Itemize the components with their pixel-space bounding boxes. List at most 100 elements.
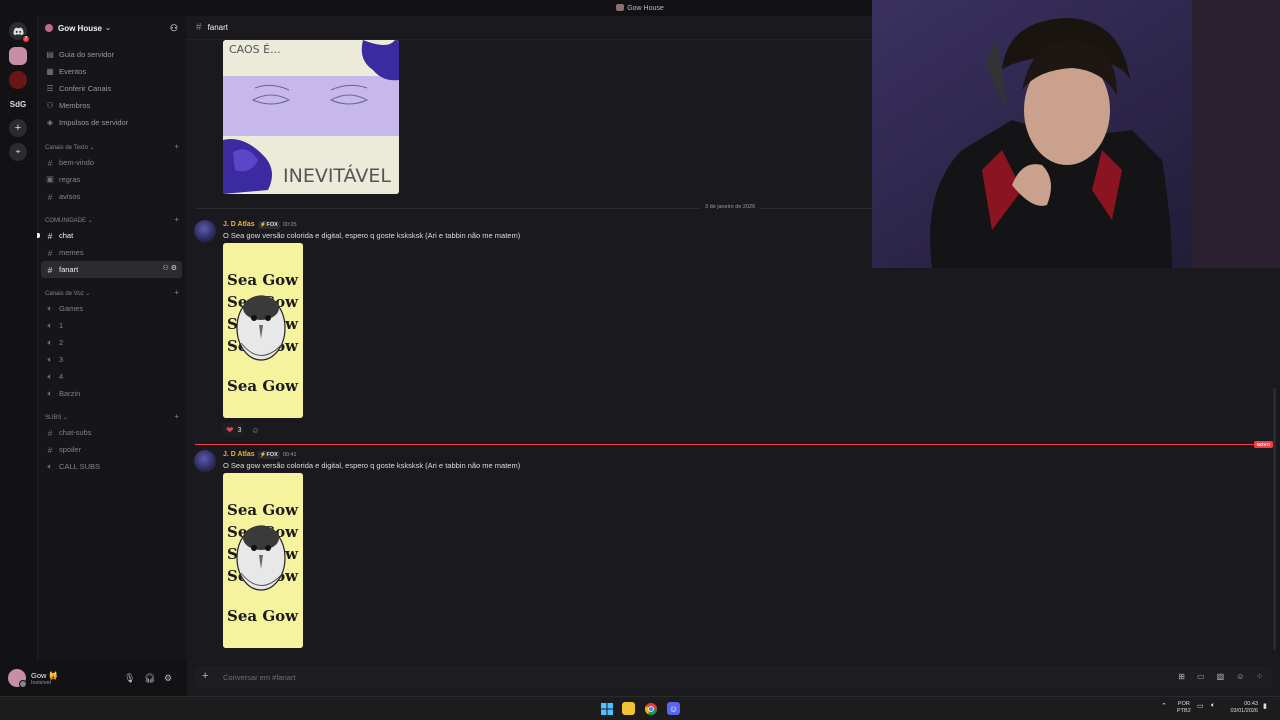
- discord-taskbar-icon[interactable]: ☺: [667, 702, 680, 715]
- lang-secondary: PTB2: [1177, 708, 1191, 714]
- plus-icon[interactable]: +: [202, 670, 208, 682]
- channel-label: 1: [59, 321, 64, 330]
- add-channel-icon[interactable]: +: [174, 142, 179, 151]
- message-timestamp: 00:41: [282, 452, 297, 458]
- server-header[interactable]: Gow House ⌄ ⚇: [38, 16, 187, 40]
- hashtag-icon: #: [47, 157, 53, 168]
- nav-server-guide[interactable]: ▤ Guia do servidor: [38, 46, 187, 63]
- channel-label: 2: [59, 338, 64, 347]
- channel-spoiler[interactable]: # spoiler: [41, 441, 182, 458]
- discover-button[interactable]: ⌖: [9, 143, 27, 161]
- category-text-channels[interactable]: Canais de Texto ⌄ +: [38, 137, 187, 154]
- message-timestamp: 00:25: [282, 222, 297, 228]
- scrollbar[interactable]: [1273, 388, 1276, 650]
- attachment-image-sea-gow[interactable]: Sea Gow Sea Gow Sea Gow Sea Gow Sea Gow: [223, 473, 303, 648]
- invite-icon[interactable]: ⚇: [170, 23, 178, 34]
- emoji-icon[interactable]: ☺: [1236, 672, 1244, 681]
- chrome-icon[interactable]: [644, 702, 657, 715]
- microphone-icon[interactable]: 🎙︎: [124, 673, 135, 684]
- guide-icon: ▤: [46, 50, 54, 59]
- server-sdg-label: SdG: [9, 99, 27, 109]
- file-explorer-icon[interactable]: [622, 702, 635, 715]
- channel-regras[interactable]: ▣ regras: [41, 171, 182, 188]
- server-rail: 7 SdG + ⌖: [0, 16, 37, 660]
- caos-bottom-text: INEVITÁVEL: [283, 164, 391, 187]
- speaker-icon: 🔈︎: [47, 371, 53, 381]
- voice-channel-1[interactable]: 🔈︎ 1: [41, 317, 182, 334]
- composer-placeholder[interactable]: Conversar em #fanart: [223, 673, 296, 682]
- apps-icon[interactable]: ⁘: [1256, 672, 1263, 681]
- guild-tag[interactable]: ⚡FOX: [257, 221, 280, 229]
- gif-icon[interactable]: ▭: [1197, 672, 1205, 681]
- message-composer[interactable]: + Conversar em #fanart ⊞ ▭ ▧ ☺ ⁘: [195, 666, 1272, 688]
- channel-label: CALL SUBS: [59, 462, 100, 471]
- voice-channel-4[interactable]: 🔈︎ 4: [41, 368, 182, 385]
- add-reaction-icon[interactable]: ☺: [248, 423, 262, 437]
- category-label: Canais de Voz: [45, 291, 84, 297]
- clock-date: 03/01/2026: [1230, 708, 1258, 714]
- channel-label: chat-subs: [59, 428, 92, 437]
- headphones-icon[interactable]: 🎧︎: [144, 673, 155, 684]
- speaker-icon: 🔈︎: [47, 337, 53, 347]
- channel-fanart[interactable]: # fanart ⚇⚙: [41, 261, 182, 278]
- voice-channel-games[interactable]: 🔈︎ Games: [41, 300, 182, 317]
- channel-label: 3: [59, 355, 64, 364]
- gear-icon[interactable]: ⚙: [171, 265, 179, 272]
- chevron-up-icon[interactable]: ⌃: [1161, 702, 1167, 710]
- nav-label: Impulsos de servidor: [59, 118, 129, 127]
- voice-channel-2[interactable]: 🔈︎ 2: [41, 334, 182, 351]
- message-author[interactable]: J. D Atlas: [223, 221, 255, 228]
- channel-sidebar: Gow House ⌄ ⚇ ▤ Guia do servidor ▦ Eventos…: [37, 16, 187, 660]
- category-subs[interactable]: SUBS ⌄ +: [38, 407, 187, 424]
- message-author[interactable]: J. D Atlas: [223, 451, 255, 458]
- guild-tag[interactable]: ⚡FOX: [257, 451, 280, 459]
- attachment-image-caos[interactable]: CAOS É... INEVITÁVEL: [223, 40, 399, 194]
- category-voice-channels[interactable]: Canais de Voz ⌄ +: [38, 283, 187, 300]
- nav-browse-channels[interactable]: ☰ Conferir Canais: [38, 80, 187, 97]
- category-community[interactable]: COMUNIDADE ⌄ +: [38, 210, 187, 227]
- voice-channel-call-subs[interactable]: 🔈︎ CALL SUBS: [41, 458, 182, 475]
- attachment-image-sea-gow[interactable]: Sea Gow Sea Gow Sea Gow Sea Gow Sea Gow: [223, 243, 303, 418]
- channel-chat-subs[interactable]: # chat-subs: [41, 424, 182, 441]
- chrome-logo-icon: [644, 702, 657, 715]
- avatar[interactable]: [8, 669, 27, 688]
- channel-avisos[interactable]: # avisos: [41, 188, 182, 205]
- add-server-button[interactable]: +: [9, 119, 27, 137]
- nav-server-boosts[interactable]: ◈ Impulsos de servidor: [38, 114, 187, 131]
- gear-icon[interactable]: ⚙: [164, 673, 172, 684]
- calendar-icon: ▦: [46, 67, 54, 76]
- gift-icon[interactable]: ⊞: [1178, 672, 1185, 681]
- add-channel-icon[interactable]: +: [174, 215, 179, 224]
- channel-chat[interactable]: # chat: [37, 227, 182, 244]
- message-header: J. D Atlas ⚡FOX 00:41: [223, 451, 297, 459]
- windows-start-icon[interactable]: [600, 702, 613, 715]
- monitor-icon[interactable]: ▭: [1197, 702, 1204, 710]
- sticker-icon[interactable]: ▧: [1217, 672, 1225, 681]
- discord-home-icon[interactable]: 7: [9, 22, 30, 43]
- language-indicator[interactable]: POR PTB2: [1177, 701, 1191, 715]
- hashtag-icon: #: [47, 264, 53, 275]
- channel-bem-vindo[interactable]: # bem-vindo: [41, 154, 182, 171]
- reaction-heart[interactable]: ❤ 3: [223, 423, 245, 437]
- avatar[interactable]: [194, 220, 216, 242]
- members-icon: ⚇: [46, 101, 54, 110]
- system-clock[interactable]: 00:43 03/01/2026: [1230, 701, 1258, 715]
- channel-memes[interactable]: # memes: [41, 244, 182, 261]
- server-red[interactable]: [9, 71, 27, 89]
- server-gow-house[interactable]: [9, 47, 27, 65]
- sea-gow-artwork: Sea Gow Sea Gow Sea Gow Sea Gow Sea Gow: [223, 473, 303, 648]
- server-sdg[interactable]: SdG: [9, 95, 27, 113]
- volume-icon[interactable]: 🔈︎: [1211, 702, 1215, 710]
- speaker-icon: 🔈︎: [47, 388, 53, 398]
- reaction-count: 3: [237, 426, 242, 434]
- add-channel-icon[interactable]: +: [174, 412, 179, 421]
- voice-channel-3[interactable]: 🔈︎ 3: [41, 351, 182, 368]
- invite-icon[interactable]: ⚇: [162, 265, 170, 272]
- voice-channel-barzin[interactable]: 🔈︎ Barzin: [41, 385, 182, 402]
- avatar[interactable]: [194, 450, 216, 472]
- nav-members[interactable]: ⚇ Membros: [38, 97, 187, 114]
- nav-events[interactable]: ▦ Eventos: [38, 63, 187, 80]
- notification-icon[interactable]: ▮: [1263, 702, 1267, 710]
- add-channel-icon[interactable]: +: [174, 288, 179, 297]
- compass-icon: ⌖: [15, 147, 21, 156]
